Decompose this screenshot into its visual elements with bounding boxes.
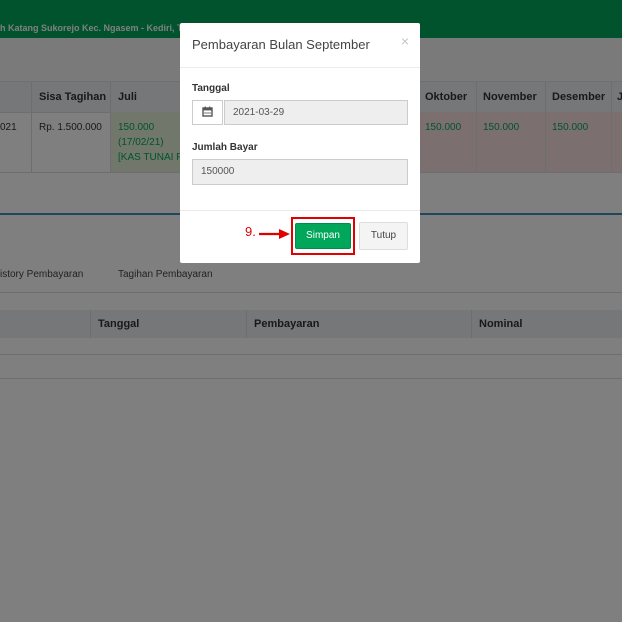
amount-field[interactable]: 150000 — [192, 159, 408, 185]
payment-modal: Pembayaran Bulan September × Tanggal 202… — [180, 23, 420, 263]
save-button[interactable]: Simpan — [295, 223, 351, 249]
date-field[interactable]: 2021-03-29 — [224, 100, 408, 125]
calendar-icon — [192, 100, 223, 125]
date-label: Tanggal — [192, 83, 230, 94]
date-input-group: 2021-03-29 — [192, 100, 408, 125]
modal-title: Pembayaran Bulan September — [192, 37, 370, 52]
close-icon[interactable]: × — [401, 33, 409, 49]
close-button[interactable]: Tutup — [359, 222, 408, 250]
step-annotation: 9. — [245, 224, 256, 239]
modal-header-divider — [180, 67, 420, 68]
annotation-arrow-icon — [259, 229, 290, 239]
modal-footer-divider — [180, 210, 420, 211]
amount-label: Jumlah Bayar — [192, 142, 258, 153]
